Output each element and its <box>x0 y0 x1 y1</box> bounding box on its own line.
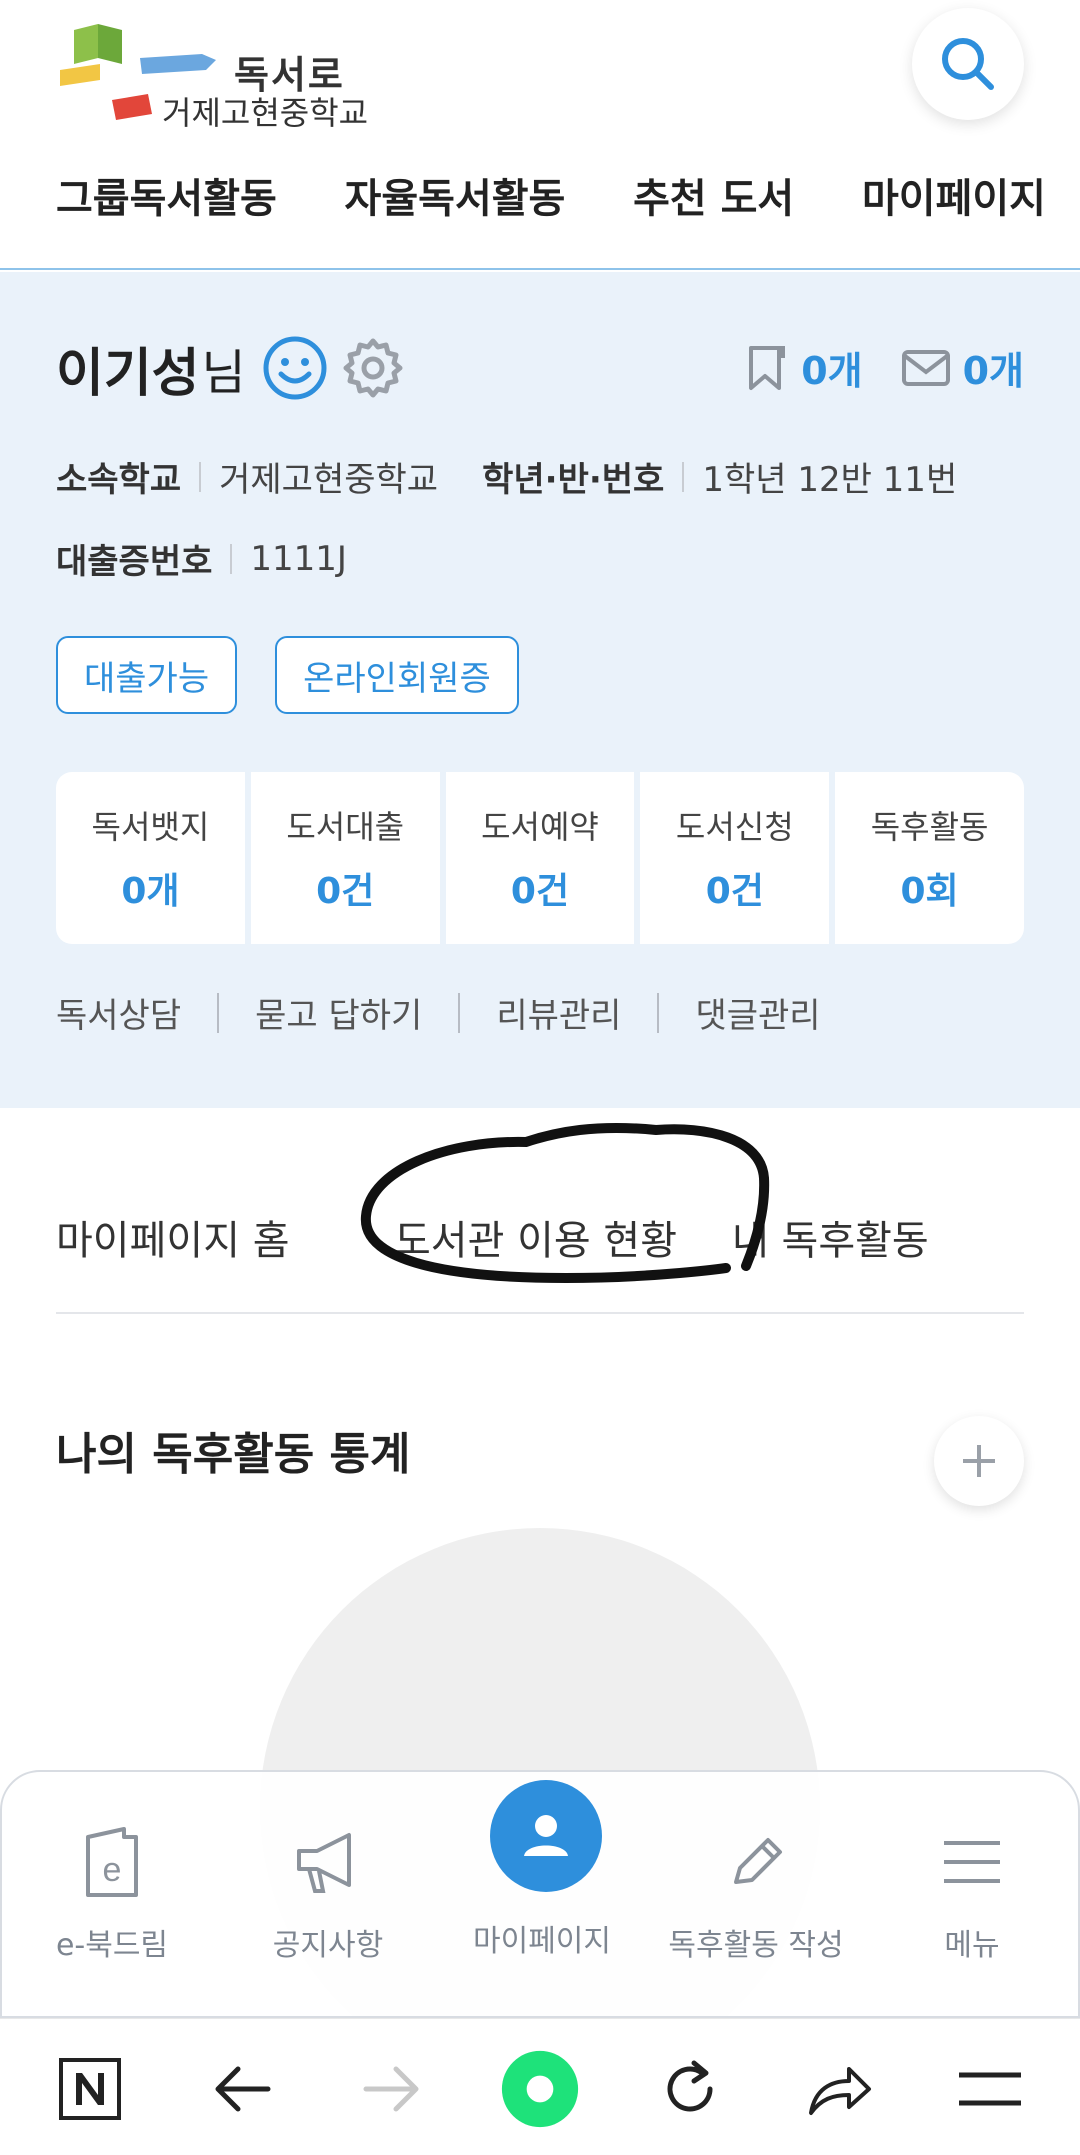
nav-menu[interactable]: 메뉴 <box>864 1772 1080 2020</box>
card-label: 대출증번호 <box>56 542 213 582</box>
stat-value: 0건 <box>510 871 570 912</box>
gear-icon[interactable] <box>342 337 404 399</box>
school-value: 거제고현중학교 <box>219 460 439 500</box>
stat-book-reservation[interactable]: 도서예약 0건 <box>445 772 635 944</box>
stat-book-loan[interactable]: 도서대출 0건 <box>250 772 440 944</box>
back-arrow-icon[interactable] <box>202 2049 282 2129</box>
search-button[interactable] <box>912 8 1024 120</box>
ebook-icon: e <box>72 1822 152 1902</box>
megaphone-icon <box>288 1822 368 1902</box>
browser-menu-icon[interactable] <box>950 2049 1030 2129</box>
loan-available-badge[interactable]: 대출가능 <box>56 636 238 714</box>
message-counter[interactable]: 0개 <box>901 340 1024 395</box>
link-reading-consult[interactable]: 독서상담 <box>56 988 181 1037</box>
main-navigation: 그룹독서활동 자율독서활동 추천 도서 마이페이지 <box>56 160 1046 230</box>
nav-group-reading[interactable]: 그룹독서활동 <box>56 166 277 224</box>
stat-book-request[interactable]: 도서신청 0건 <box>640 772 830 944</box>
link-qna[interactable]: 묻고 답하기 <box>255 988 422 1037</box>
stat-value: 0개 <box>121 871 180 912</box>
grade-value: 1학년 12반 11번 <box>702 460 958 500</box>
divider <box>657 992 660 1033</box>
logo-subtitle: 거제고현중학교 <box>162 94 369 132</box>
refresh-icon[interactable] <box>650 2049 730 2129</box>
profile-counters: 0개 0개 <box>745 340 1024 395</box>
smile-icon[interactable] <box>262 335 328 401</box>
divider <box>217 992 220 1033</box>
site-header: 독서로 거제고현중학교 그룹독서활동 자율독서활동 추천 도서 마이페이지 <box>0 0 1080 270</box>
divider <box>458 992 461 1033</box>
usage-stats: 독서뱃지 0개 도서대출 0건 도서예약 0건 도서신청 0건 독후활동 0회 <box>56 772 1024 944</box>
link-comment-manage[interactable]: 댓글관리 <box>695 988 820 1037</box>
stat-label: 독후활동 <box>870 808 989 846</box>
envelope-icon <box>901 349 950 386</box>
stat-label: 도서신청 <box>675 808 794 846</box>
user-name-suffix: 님 <box>201 345 246 401</box>
nav-label: 메뉴 <box>944 1928 1000 1963</box>
section-title: 나의 독후활동 통계 <box>56 1429 411 1480</box>
expand-button[interactable] <box>934 1416 1024 1506</box>
pencil-icon <box>716 1822 796 1902</box>
share-icon[interactable] <box>800 2049 880 2129</box>
profile-panel: 이기성 님 0개 0개 소속학교 거제고현중학교 학년·반·번호 1학년 12반… <box>0 272 1080 1108</box>
nav-self-reading[interactable]: 자율독서활동 <box>345 166 566 224</box>
app-bottom-navigation: e e-북드림 공지사항 마이페이지 독후활동 작성 메뉴 <box>0 1770 1080 2018</box>
forward-arrow-icon[interactable] <box>352 2049 432 2129</box>
status-tags: 대출가능 온라인회원증 <box>56 636 519 714</box>
divider <box>682 461 685 492</box>
online-membership-button[interactable]: 온라인회원증 <box>275 636 519 714</box>
stat-reading-badge[interactable]: 독서뱃지 0개 <box>56 772 245 944</box>
hamburger-icon <box>932 1822 1012 1902</box>
nav-label: 마이페이지 <box>473 1924 611 1959</box>
stat-value: 0회 <box>900 871 959 912</box>
nav-mypage-active[interactable]: 마이페이지 <box>434 1772 650 2020</box>
stat-label: 도서대출 <box>286 808 405 846</box>
bookmark-icon <box>749 345 786 390</box>
user-name: 이기성 <box>56 343 200 404</box>
browser-toolbar <box>0 2018 1080 2155</box>
nav-mypage[interactable]: 마이페이지 <box>862 166 1046 224</box>
info-row-school-grade: 소속학교 거제고현중학교 학년·반·번호 1학년 12반 11번 <box>56 452 957 501</box>
bookmark-counter[interactable]: 0개 <box>745 340 863 395</box>
stat-value: 0건 <box>705 871 764 912</box>
hand-drawn-circle-annotation <box>360 1122 770 1284</box>
site-logo[interactable]: 독서로 거제고현중학교 <box>56 24 396 134</box>
nav-notice[interactable]: 공지사항 <box>220 1772 436 2020</box>
link-review-manage[interactable]: 리뷰관리 <box>496 988 621 1037</box>
school-label: 소속학교 <box>56 460 182 500</box>
divider <box>230 543 233 574</box>
info-row-card: 대출증번호 1111J <box>56 534 347 583</box>
svg-text:e: e <box>103 1851 122 1889</box>
home-circle-icon[interactable] <box>500 2049 580 2129</box>
grade-label: 학년·반·번호 <box>482 460 665 500</box>
bookmark-count: 0개 <box>801 349 863 393</box>
profile-links: 독서상담 묻고 답하기 리뷰관리 댓글관리 <box>56 988 821 1037</box>
nav-label: 독후활동 작성 <box>668 1928 844 1963</box>
user-icon <box>490 1780 602 1892</box>
nav-ebook[interactable]: e e-북드림 <box>4 1772 220 2020</box>
mypage-tabs: 마이페이지 홈 도서관 이용 현황 내 독후활동 <box>56 1122 1024 1314</box>
stat-reading-activity[interactable]: 독후활동 0회 <box>835 772 1024 944</box>
card-value: 1111J <box>250 538 347 579</box>
nav-label: 공지사항 <box>272 1928 384 1963</box>
search-icon <box>942 38 994 90</box>
plus-icon <box>963 1445 995 1477</box>
stat-label: 독서뱃지 <box>91 808 210 846</box>
nav-write-activity[interactable]: 독후활동 작성 <box>648 1772 864 2020</box>
nav-label: e-북드림 <box>55 1928 169 1963</box>
naver-n-icon[interactable] <box>50 2049 130 2129</box>
nav-recommended-books[interactable]: 추천 도서 <box>633 166 794 224</box>
message-count: 0개 <box>962 349 1024 393</box>
tab-mypage-home[interactable]: 마이페이지 홈 <box>56 1208 290 1266</box>
stat-label: 도서예약 <box>481 808 599 846</box>
profile-name-row: 이기성 님 <box>56 328 404 408</box>
stat-value: 0건 <box>316 871 375 912</box>
divider <box>199 461 202 492</box>
